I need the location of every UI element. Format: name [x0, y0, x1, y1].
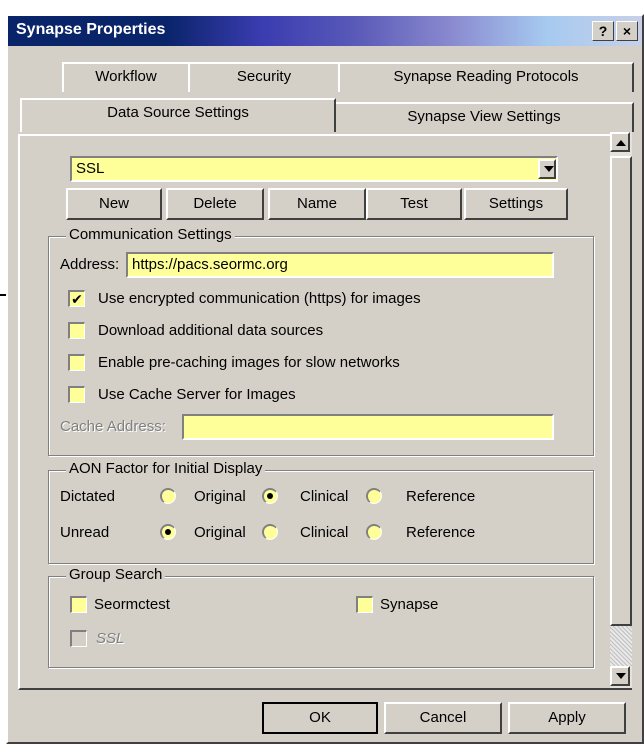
- close-button[interactable]: ×: [616, 21, 638, 41]
- radio-dictated-original[interactable]: [160, 488, 176, 504]
- checkbox-seormctest[interactable]: [70, 596, 87, 613]
- checkbox-cache-server[interactable]: [68, 386, 85, 403]
- checkbox-ssl-label: SSL: [96, 630, 125, 647]
- tab-security[interactable]: Security: [188, 62, 340, 92]
- tab-synapse-reading-protocols[interactable]: Synapse Reading Protocols: [338, 62, 634, 92]
- radio-dot: [267, 493, 273, 499]
- dropdown-button[interactable]: [538, 159, 556, 179]
- tab-synapse-view-settings[interactable]: Synapse View Settings: [334, 102, 634, 132]
- checkbox-precaching[interactable]: [68, 354, 85, 371]
- checkbox-ssl[interactable]: [70, 630, 87, 647]
- help-button[interactable]: ?: [592, 21, 614, 41]
- scroll-up-button[interactable]: [610, 132, 630, 152]
- radio-dictated-clinical[interactable]: [262, 488, 278, 504]
- radio-label-reference: Reference: [406, 524, 476, 541]
- radio-label-original: Original: [194, 488, 246, 505]
- radio-dictated-reference[interactable]: [366, 488, 382, 504]
- radio-label-original: Original: [194, 524, 246, 541]
- test-button[interactable]: Test: [366, 188, 462, 220]
- tab-data-source-settings[interactable]: Data Source Settings: [20, 98, 336, 132]
- name-button[interactable]: Name: [268, 188, 366, 220]
- title-bar[interactable]: Synapse Properties ? ×: [8, 16, 642, 46]
- radio-unread-original[interactable]: [160, 524, 176, 540]
- radio-label-reference: Reference: [406, 488, 476, 505]
- apply-button[interactable]: Apply: [508, 702, 626, 734]
- radio-label-clinical: Clinical: [300, 488, 349, 505]
- checkbox-https-images[interactable]: ✔: [68, 290, 85, 307]
- chevron-down-icon: [544, 166, 554, 172]
- scroll-thumb[interactable]: [610, 156, 632, 626]
- cache-address-field[interactable]: [182, 414, 554, 440]
- radio-unread-clinical[interactable]: [262, 524, 278, 540]
- chevron-down-icon: [616, 673, 626, 679]
- radio-label-clinical: Clinical: [300, 524, 349, 541]
- chevron-up-icon: [616, 140, 626, 146]
- group-search-legend: Group Search: [66, 566, 166, 583]
- address-field[interactable]: https://pacs.seormc.org: [126, 252, 554, 278]
- scroll-down-button[interactable]: [610, 666, 630, 686]
- scroll-track-lower[interactable]: [610, 626, 632, 666]
- tab-workflow[interactable]: Workflow: [62, 62, 190, 92]
- aon-factor-group: [48, 470, 594, 564]
- window-title: Synapse Properties: [16, 21, 166, 38]
- checkbox-synapse[interactable]: [356, 596, 373, 613]
- cache-address-label: Cache Address:: [60, 418, 166, 435]
- data-source-value: SSL: [76, 160, 105, 177]
- cancel-button[interactable]: Cancel: [384, 702, 502, 734]
- new-button[interactable]: New: [66, 188, 162, 220]
- checkbox-download-sources-label: Download additional data sources: [98, 322, 324, 339]
- checkbox-cache-server-label: Use Cache Server for Images: [98, 386, 296, 403]
- checkbox-synapse-label: Synapse: [380, 596, 439, 613]
- checkbox-precaching-label: Enable pre-caching images for slow netwo…: [98, 354, 400, 371]
- data-source-select[interactable]: SSL: [70, 156, 558, 182]
- checkbox-https-images-label: Use encrypted communication (https) for …: [98, 290, 421, 307]
- ok-button[interactable]: OK: [262, 702, 378, 734]
- aon-factor-legend: AON Factor for Initial Display: [66, 460, 266, 477]
- address-label: Address:: [60, 256, 120, 273]
- address-value: https://pacs.seormc.org: [132, 256, 288, 273]
- aon-row-unread-label: Unread: [60, 524, 110, 541]
- delete-button[interactable]: Delete: [166, 188, 264, 220]
- checkbox-seormctest-label: Seormctest: [94, 596, 170, 613]
- communication-settings-legend: Communication Settings: [66, 226, 235, 243]
- aon-row-dictated-label: Dictated: [60, 488, 116, 505]
- radio-unread-reference[interactable]: [366, 524, 382, 540]
- settings-button[interactable]: Settings: [464, 188, 568, 220]
- group-search-group: [48, 576, 594, 668]
- radio-dot: [165, 529, 171, 535]
- checkbox-download-sources[interactable]: [68, 322, 85, 339]
- properties-dialog: Synapse Properties ? × Workflow Security…: [6, 14, 644, 744]
